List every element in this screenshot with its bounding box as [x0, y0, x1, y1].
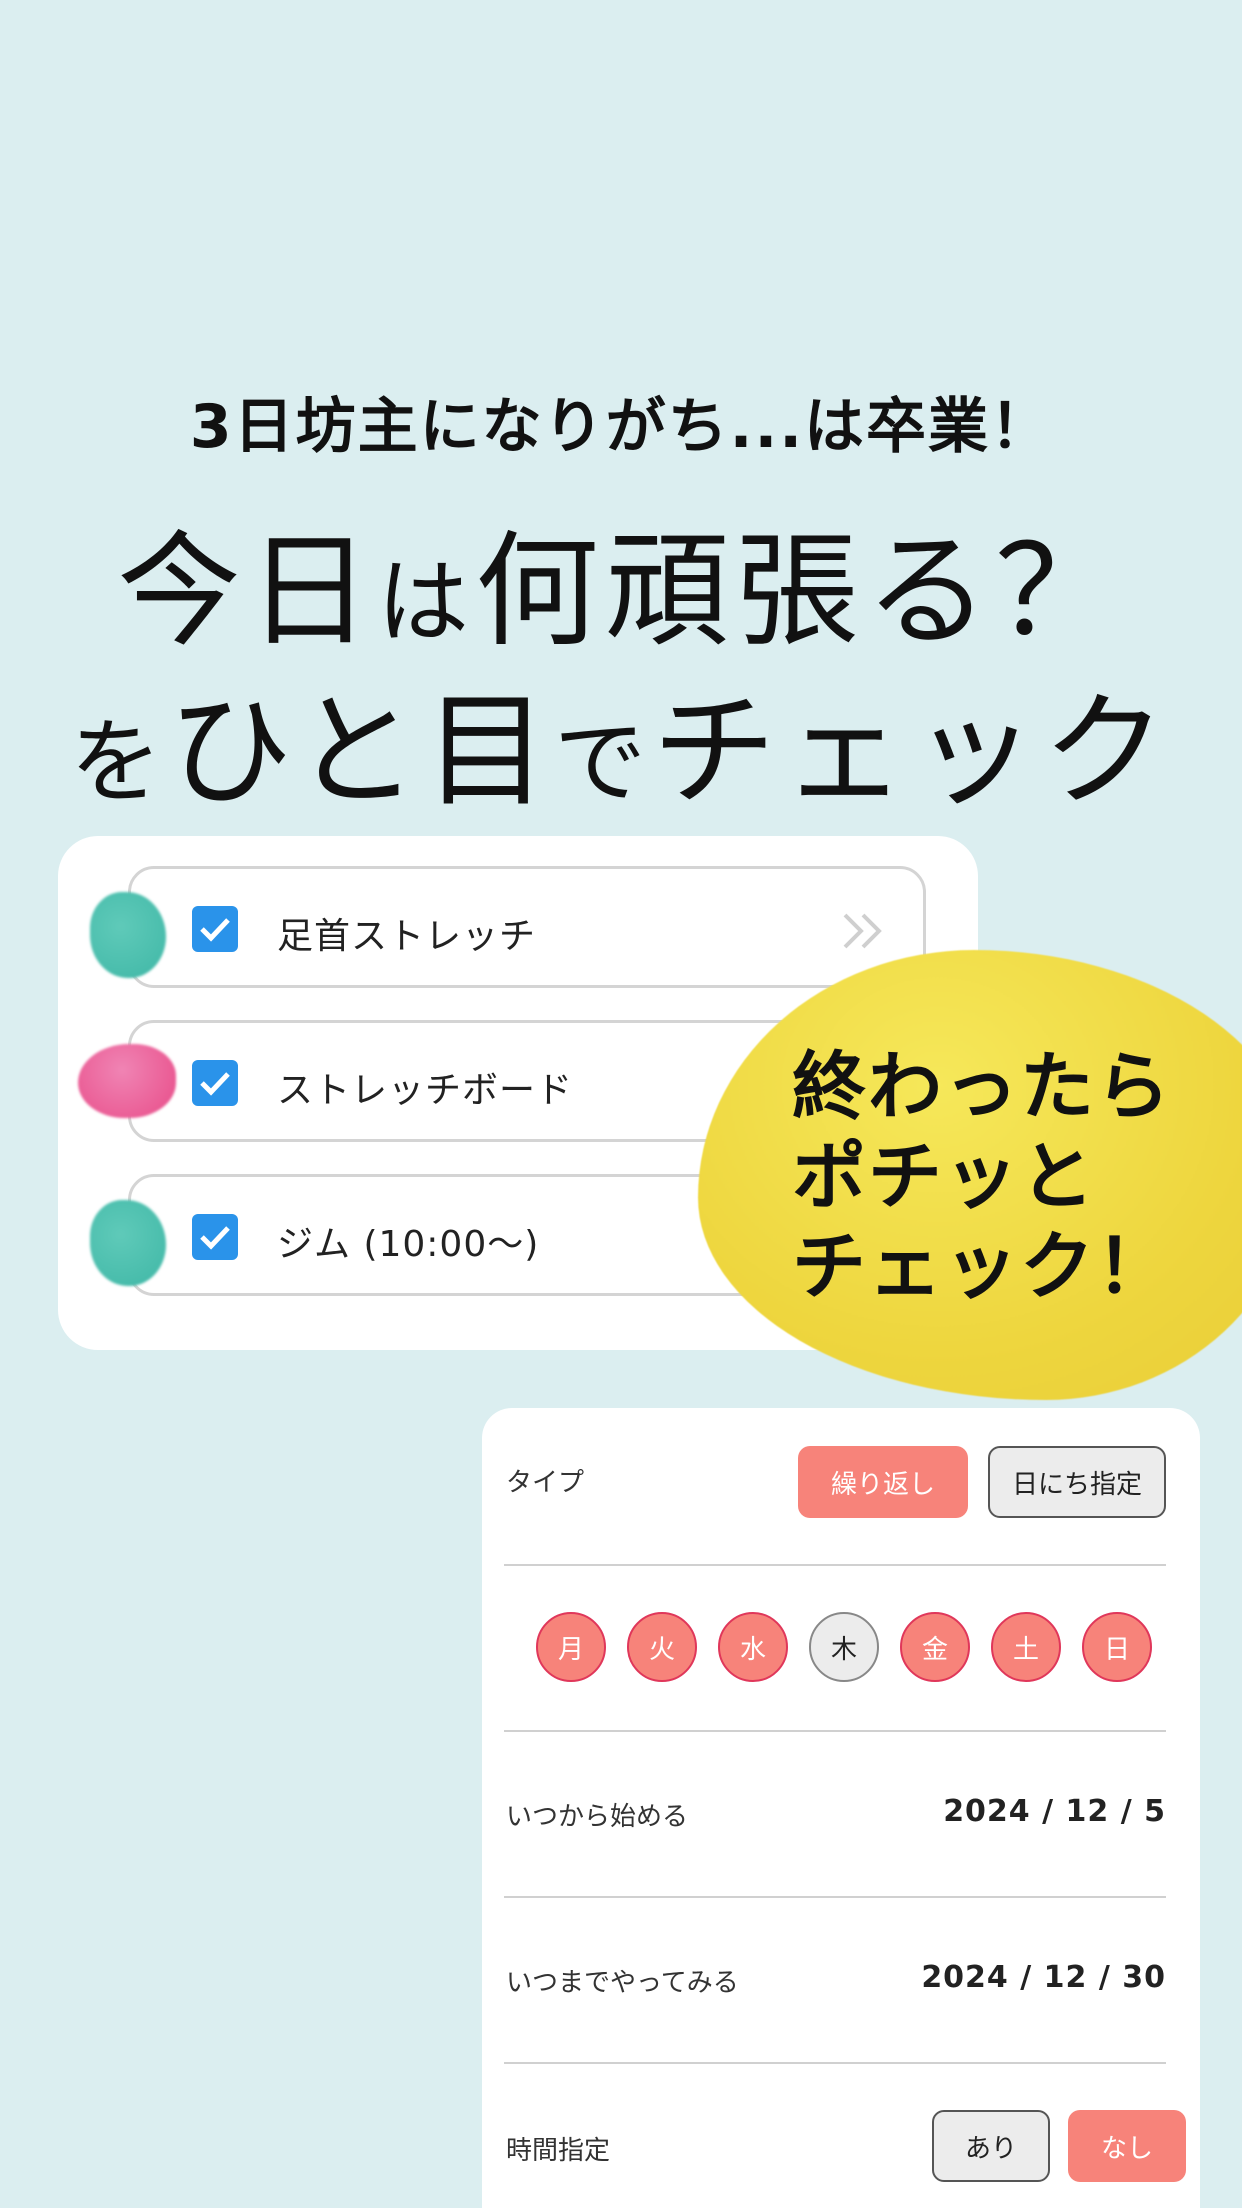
checkbox-checked[interactable] — [192, 1060, 238, 1106]
checkmark-icon — [200, 1072, 230, 1096]
day-tue-toggle[interactable]: 火 — [627, 1612, 697, 1682]
divider — [504, 1564, 1166, 1566]
start-date-value[interactable]: 2024 / 12 / 5 — [943, 1794, 1166, 1829]
color-blob-pink — [78, 1044, 176, 1118]
headline-hito: ひと — [167, 680, 425, 824]
checkmark-icon — [200, 918, 230, 942]
callout-line: チェック！ — [792, 1224, 1172, 1310]
hero-headline-line2: をひと目でチェック — [0, 650, 1242, 830]
day-sun-toggle[interactable]: 日 — [1082, 1612, 1152, 1682]
day-wed-toggle[interactable]: 水 — [718, 1612, 788, 1682]
checkmark-icon — [200, 1226, 230, 1250]
task-label: ストレッチボード — [277, 1070, 574, 1111]
time-no-button[interactable]: なし — [1068, 2110, 1186, 2182]
headline-particle-wa: は — [376, 549, 475, 656]
divider — [504, 1730, 1166, 1732]
headline-me: 目 — [424, 680, 555, 824]
day-mon-toggle[interactable]: 月 — [536, 1612, 606, 1682]
headline-check: チェック — [652, 680, 1173, 824]
type-repeat-button[interactable]: 繰り返し — [798, 1446, 968, 1518]
type-date-button[interactable]: 日にち指定 — [988, 1446, 1166, 1518]
end-date-value[interactable]: 2024 / 12 / 30 — [921, 1960, 1166, 1995]
task-label: 足首ストレッチ — [277, 916, 537, 957]
callout-text: 終わったら ポチッと チェック！ — [792, 1042, 1172, 1312]
divider — [504, 1896, 1166, 1898]
divider — [504, 2062, 1166, 2064]
type-label: タイプ — [506, 1468, 585, 1498]
day-sat-toggle[interactable]: 土 — [991, 1612, 1061, 1682]
task-row[interactable]: 足首ストレッチ — [128, 866, 926, 988]
settings-panel: タイプ 繰り返し 日にち指定 月 火 水 木 金 土 日 いつから始める 202… — [482, 1408, 1200, 2208]
hero-subtitle: 3日坊主になりがち...は卒業！ — [189, 392, 1053, 462]
headline-particle-de: で — [554, 709, 653, 816]
callout-line: ポチッと — [792, 1134, 1096, 1220]
callout-line: 終わったら — [792, 1044, 1172, 1130]
headline-what-effort: 何頑張る？ — [475, 520, 1126, 664]
time-yes-button[interactable]: あり — [932, 2110, 1050, 2182]
headline-particle-wo: を — [69, 709, 168, 816]
hero-headline-line1: 今日は何頑張る？ — [0, 490, 1242, 670]
task-label: ジム (10:00〜) — [277, 1224, 540, 1265]
headline-today: 今日 — [116, 520, 377, 664]
color-blob-teal — [90, 1200, 166, 1286]
checkbox-checked[interactable] — [192, 1214, 238, 1260]
color-blob-teal — [90, 892, 166, 978]
time-label: 時間指定 — [506, 2136, 611, 2166]
end-date-label: いつまでやってみる — [506, 1968, 739, 1998]
day-thu-toggle[interactable]: 木 — [809, 1612, 879, 1682]
double-chevron-right-icon[interactable] — [841, 911, 885, 951]
checkbox-checked[interactable] — [192, 906, 238, 952]
start-date-label: いつから始める — [506, 1802, 689, 1832]
day-fri-toggle[interactable]: 金 — [900, 1612, 970, 1682]
